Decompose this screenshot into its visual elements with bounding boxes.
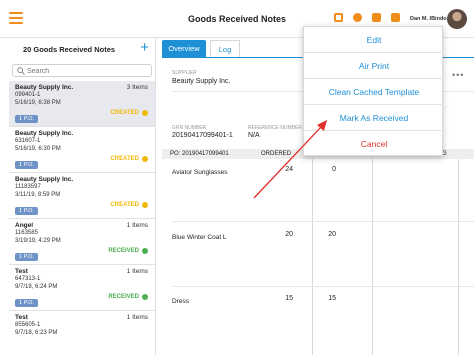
- item-count: 1 Items: [126, 222, 148, 229]
- status-label: RECEIVED: [108, 294, 139, 300]
- line-item-name: Aviator Sunglasses: [172, 169, 228, 176]
- status-dot: [142, 248, 148, 254]
- grn-date: 3/11/19, 8:59 PM: [15, 191, 61, 198]
- ordered-qty: 24: [285, 166, 293, 173]
- row-divider: [172, 221, 474, 222]
- list-item[interactable]: Angel 1163585 3/19/19, 4:29 PM 1 P.O. 1 …: [9, 219, 155, 265]
- status-dot: [142, 202, 148, 208]
- grn-id: 647313-1: [15, 276, 41, 282]
- grn-number-value: 20190417099401-1: [172, 132, 233, 139]
- store-icon[interactable]: [391, 13, 400, 22]
- menu-item-mark-as-received[interactable]: Mark As Received: [304, 105, 444, 131]
- list-title: 20 Goods Received Notes: [22, 45, 116, 54]
- list-item[interactable]: Test 647313-1 9/7/18, 6:24 PM 1 P.O. 1 I…: [9, 265, 155, 311]
- status-label: CREATED: [110, 156, 139, 162]
- grn-id: 1163585: [15, 230, 38, 236]
- status-badge: RECEIVED: [108, 294, 148, 300]
- supplier-name: Beauty Supply Inc.: [15, 130, 74, 137]
- grn-id: 11183597: [15, 184, 41, 190]
- status-dot: [142, 110, 148, 116]
- po-badge: 1 P.O.: [15, 299, 38, 307]
- print-icon[interactable]: [372, 13, 381, 22]
- page-title: Goods Received Notes: [187, 14, 287, 24]
- menu-item-clean-cached-template[interactable]: Clean Cached Template: [304, 79, 444, 105]
- status-label: RECEIVED: [108, 248, 139, 254]
- list-item[interactable]: Test 855605-1 9/7/18, 6:23 PM 1 Items: [9, 311, 155, 357]
- received-qty: 20: [328, 231, 336, 238]
- supplier-value: Beauty Supply Inc.: [172, 78, 231, 85]
- po-badge: 1 P.O.: [15, 207, 38, 215]
- grn-number-label: GRN NUMBER: [172, 125, 207, 131]
- status-label: CREATED: [110, 110, 139, 116]
- column-divider: [372, 159, 373, 355]
- avatar[interactable]: [447, 9, 467, 29]
- list-header: 20 Goods Received Notes +: [9, 38, 155, 59]
- list-item[interactable]: Beauty Supply Inc. 631607-1 5/16/19, 6:3…: [9, 127, 155, 173]
- item-count: 1 Items: [126, 268, 148, 275]
- menu-item-cancel[interactable]: Cancel: [304, 131, 444, 157]
- supplier-label: SUPPLIER: [172, 70, 197, 76]
- status-badge: CREATED: [110, 110, 148, 116]
- po-badge: 1 P.O.: [15, 161, 38, 169]
- grn-list: Beauty Supply Inc. 099401-1 5/16/19, 6:3…: [9, 81, 155, 357]
- row-divider: [172, 286, 474, 287]
- add-grn-button[interactable]: +: [140, 39, 149, 57]
- line-item-name: Blue Winter Coat L: [172, 234, 227, 241]
- grn-id: 099401-1: [15, 92, 41, 98]
- column-divider: [312, 159, 313, 355]
- menu-item-air-print[interactable]: Air Print: [304, 53, 444, 79]
- tab-overview[interactable]: Overview: [162, 40, 206, 57]
- received-qty: 15: [328, 295, 336, 302]
- more-options-icon[interactable]: •••: [452, 70, 464, 80]
- ordered-header: ORDERED: [261, 151, 292, 157]
- status-badge: CREATED: [110, 202, 148, 208]
- reference-value: N/A: [248, 132, 260, 139]
- item-count: 3 Items: [126, 84, 148, 91]
- line-item-name: Dress: [172, 298, 189, 305]
- received-qty: 0: [332, 166, 336, 173]
- ordered-qty: 20: [285, 231, 293, 238]
- search-box[interactable]: [12, 64, 152, 77]
- actions-menu: Edit Air Print Clean Cached Template Mar…: [303, 26, 444, 157]
- status-dot: [142, 156, 148, 162]
- item-count: 1 Items: [126, 314, 148, 321]
- po-badge: 1 P.O.: [15, 253, 38, 261]
- po-number: PO: 20190417099401: [170, 151, 229, 157]
- search-icon: [17, 67, 25, 75]
- menu-item-edit[interactable]: Edit: [304, 27, 444, 53]
- tab-log[interactable]: Log: [210, 40, 240, 57]
- grn-list-panel: 20 Goods Received Notes + Beauty Supply …: [9, 38, 156, 355]
- status-badge: CREATED: [110, 156, 148, 162]
- status-badge: RECEIVED: [108, 248, 148, 254]
- search-input[interactable]: [27, 66, 147, 76]
- reference-label: REFERENCE NUMBER: [248, 125, 302, 131]
- grn-date: 3/19/19, 4:29 PM: [15, 237, 61, 244]
- column-divider: [458, 159, 459, 355]
- grn-id: 631607-1: [15, 138, 41, 144]
- scan-icon[interactable]: [334, 13, 343, 22]
- status-dot: [142, 294, 148, 300]
- supplier-name: Beauty Supply Inc.: [15, 176, 74, 183]
- grn-date: 9/7/18, 6:24 PM: [15, 283, 58, 290]
- po-badge: 1 P.O.: [15, 115, 38, 123]
- list-item[interactable]: Beauty Supply Inc. 099401-1 5/16/19, 6:3…: [9, 81, 155, 127]
- ordered-qty: 15: [285, 295, 293, 302]
- grn-date: 5/16/19, 6:30 PM: [15, 145, 61, 152]
- grn-id: 855605-1: [15, 322, 41, 328]
- status-label: CREATED: [110, 202, 139, 208]
- user-name[interactable]: Dan M. IBindo: [410, 16, 447, 22]
- grn-date: 5/16/19, 6:38 PM: [15, 99, 61, 106]
- list-item[interactable]: Beauty Supply Inc. 11183597 3/11/19, 8:5…: [9, 173, 155, 219]
- grn-date: 9/7/18, 6:23 PM: [15, 329, 58, 336]
- help-icon[interactable]: [353, 13, 362, 22]
